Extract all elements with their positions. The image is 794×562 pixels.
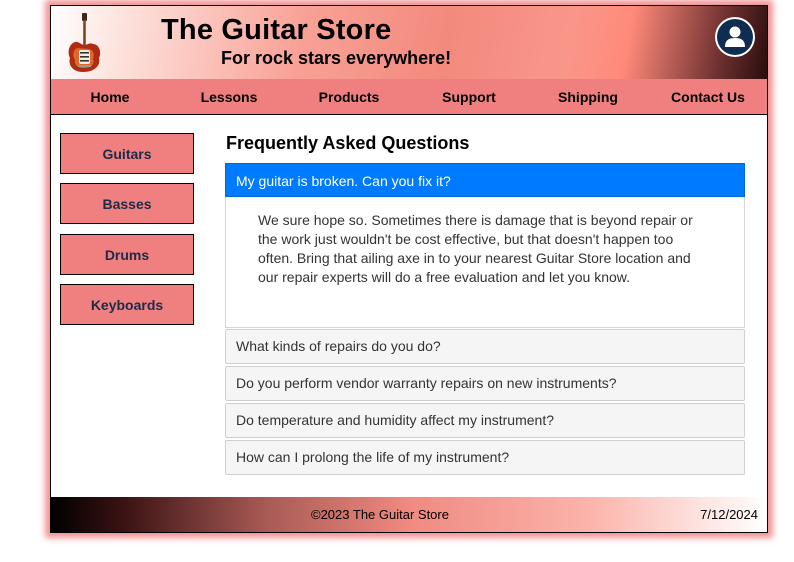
main-nav: Home Lessons Products Support Shipping C… bbox=[51, 79, 767, 115]
faq-title: Frequently Asked Questions bbox=[226, 133, 470, 153]
footer-date: 7/12/2024 bbox=[700, 507, 758, 522]
page-container: The Guitar Store For rock stars everywhe… bbox=[50, 5, 768, 533]
faq-item-header-active[interactable]: My guitar is broken. Can you fix it? bbox=[225, 163, 745, 197]
sidebar-item-guitars[interactable]: Guitars bbox=[60, 133, 194, 174]
sidebar-item-basses[interactable]: Basses bbox=[60, 183, 194, 224]
account-circle bbox=[717, 19, 753, 55]
faq-item-header[interactable]: Do you perform vendor warranty repairs o… bbox=[225, 366, 745, 401]
nav-contact-us[interactable]: Contact Us bbox=[649, 89, 767, 105]
sidebar-item-drums[interactable]: Drums bbox=[60, 234, 194, 275]
nav-lessons[interactable]: Lessons bbox=[170, 89, 288, 105]
site-header: The Guitar Store For rock stars everywhe… bbox=[51, 6, 767, 80]
site-title: The Guitar Store bbox=[161, 14, 392, 46]
account-button[interactable] bbox=[715, 17, 755, 57]
faq-item-header[interactable]: How can I prolong the life of my instrum… bbox=[225, 440, 745, 475]
faq-item-header[interactable]: What kinds of repairs do you do? bbox=[225, 329, 745, 364]
electric-guitar-icon bbox=[68, 13, 101, 72]
nav-support[interactable]: Support bbox=[410, 89, 528, 105]
site-footer: ©2023 The Guitar Store 7/12/2024 bbox=[51, 497, 767, 532]
footer-copyright: ©2023 The Guitar Store bbox=[311, 507, 449, 522]
nav-home[interactable]: Home bbox=[51, 89, 169, 105]
user-icon bbox=[725, 26, 745, 47]
site-tagline: For rock stars everywhere! bbox=[221, 48, 452, 68]
faq-answer-text: We sure hope so. Sometimes there is dama… bbox=[258, 212, 693, 285]
sidebar-item-keyboards[interactable]: Keyboards bbox=[60, 284, 194, 325]
nav-shipping[interactable]: Shipping bbox=[529, 89, 647, 105]
faq-item-header[interactable]: Do temperature and humidity affect my in… bbox=[225, 403, 745, 438]
nav-products[interactable]: Products bbox=[290, 89, 408, 105]
faq-item-body: We sure hope so. Sometimes there is dama… bbox=[225, 197, 745, 328]
